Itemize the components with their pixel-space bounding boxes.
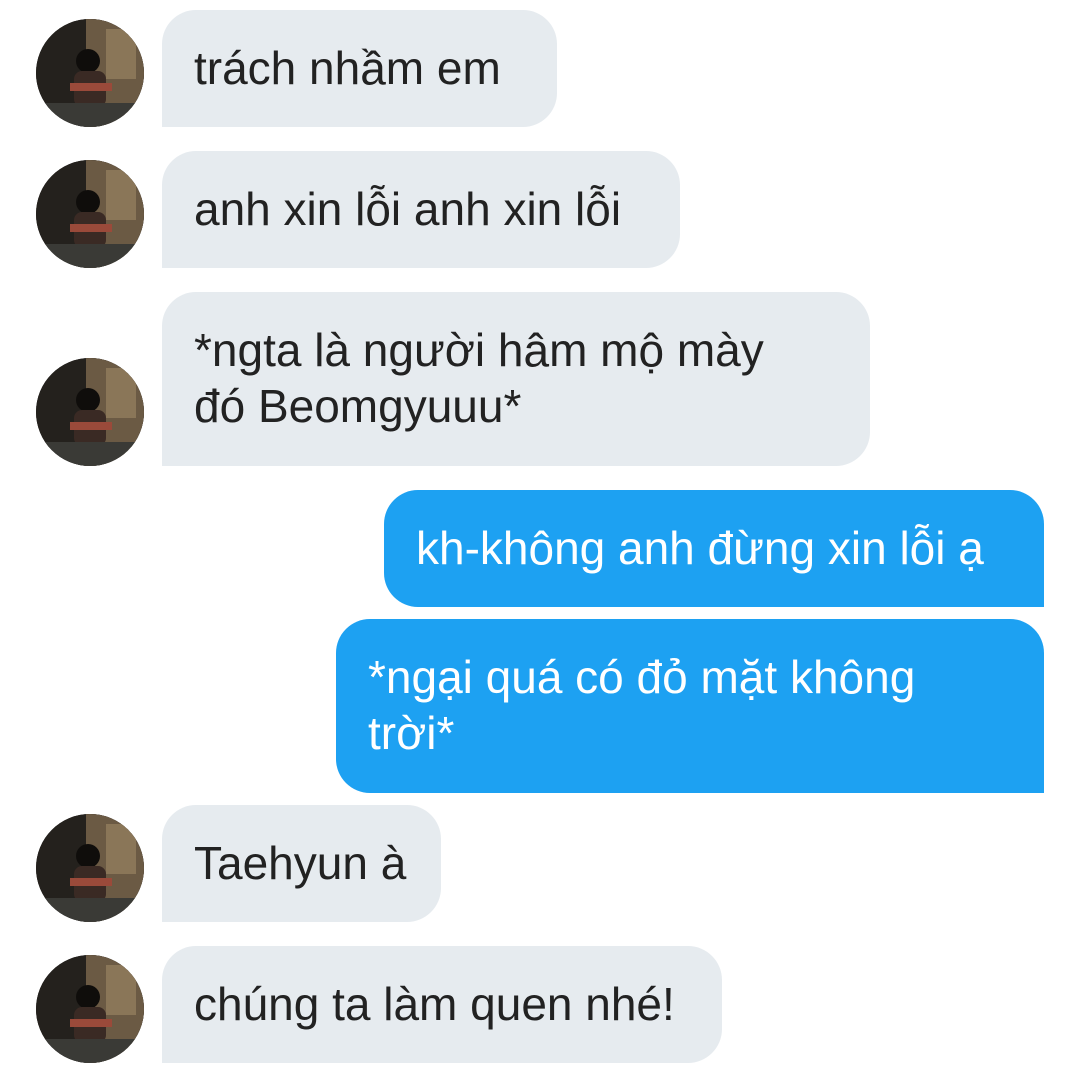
message-text: anh xin lỗi anh xin lỗi — [194, 183, 622, 235]
contact-avatar[interactable] — [36, 358, 144, 466]
message-text: trách nhầm em — [194, 42, 501, 94]
contact-avatar[interactable] — [36, 160, 144, 268]
message-text-line: trời* — [368, 707, 455, 759]
chat-thread: trách nhầm em anh xin lỗi anh xin lỗi *n… — [0, 0, 1080, 1075]
message-bubble-incoming[interactable]: chúng ta làm quen nhé! — [162, 946, 722, 1063]
avatar-photo-icon — [36, 160, 144, 268]
message-text: chúng ta làm quen nhé! — [194, 978, 675, 1030]
message-bubble-incoming[interactable]: Taehyun à — [162, 805, 441, 922]
contact-avatar[interactable] — [36, 19, 144, 127]
message-text-line: đó Beomgyuuu* — [194, 380, 522, 432]
avatar-photo-icon — [36, 955, 144, 1063]
message-bubble-incoming[interactable]: *ngta là người hâm mộ mày đó Beomgyuuu* — [162, 292, 870, 466]
contact-avatar[interactable] — [36, 955, 144, 1063]
contact-avatar[interactable] — [36, 814, 144, 922]
message-bubble-incoming[interactable]: trách nhầm em — [162, 10, 557, 127]
avatar-photo-icon — [36, 814, 144, 922]
avatar-photo-icon — [36, 358, 144, 466]
message-bubble-outgoing[interactable]: kh-không anh đừng xin lỗi ạ — [384, 490, 1044, 607]
message-text: Taehyun à — [194, 837, 407, 889]
message-bubble-outgoing[interactable]: *ngại quá có đỏ mặt không trời* — [336, 619, 1044, 793]
message-text: kh-không anh đừng xin lỗi ạ — [416, 522, 984, 574]
message-text-line: *ngại quá có đỏ mặt không — [368, 651, 916, 703]
avatar-photo-icon — [36, 19, 144, 127]
message-bubble-incoming[interactable]: anh xin lỗi anh xin lỗi — [162, 151, 680, 268]
message-text-line: *ngta là người hâm mộ mày — [194, 324, 764, 376]
